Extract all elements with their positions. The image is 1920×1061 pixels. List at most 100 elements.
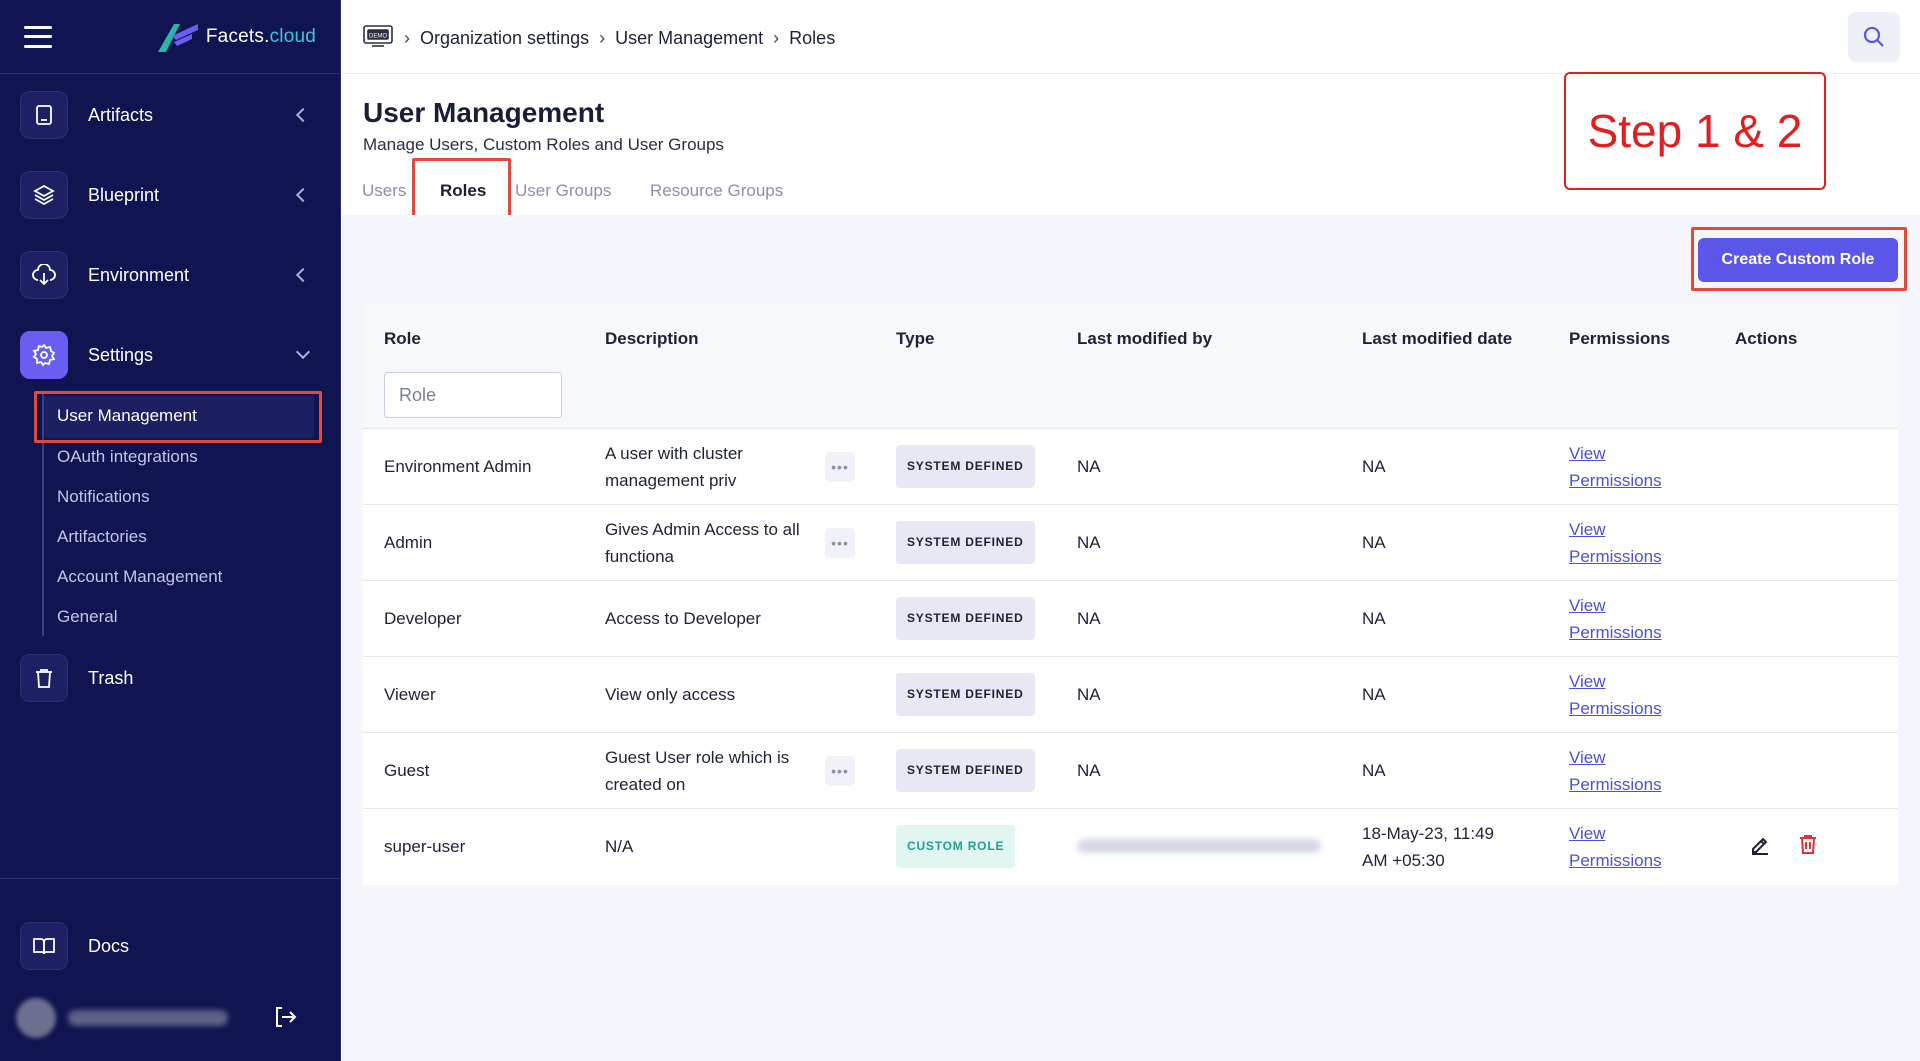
role-type: SYSTEM DEFINED [896,597,1035,640]
table-row: super-user N/A CUSTOM ROLE 18-May-23, 11… [363,809,1898,885]
role-name: Developer [384,609,462,628]
delete-icon[interactable] [1797,833,1819,863]
type-badge: SYSTEM DEFINED [896,673,1035,716]
demo-icon[interactable]: DEMO [362,24,394,53]
link-text: Permissions [1569,775,1662,794]
link-text: Permissions [1569,547,1662,566]
highlight-box-user-management [34,391,322,443]
role-type: SYSTEM DEFINED [896,749,1035,792]
column-header-last-modified-by: Last modified by [1077,329,1213,348]
sidebar-item-label: Settings [88,344,154,365]
chevron-right-icon: › [404,28,410,48]
description-line: management priv [605,471,737,490]
tab-resource-groups[interactable]: Resource Groups [650,181,783,201]
hamburger-menu-icon[interactable] [24,25,52,48]
last-modified-date: NA [1362,533,1386,552]
role-name: Environment Admin [384,457,532,476]
last-modified-by: NA [1077,457,1101,476]
chevron-right-icon: › [599,28,606,48]
role-name: Guest [384,761,430,780]
sidebar-subitem-account-management[interactable]: Account Management [57,567,222,587]
book-icon [20,922,68,970]
trash-icon [20,654,68,702]
edit-icon[interactable] [1749,833,1771,863]
date-line: AM +05:30 [1362,851,1445,870]
column-header-actions: Actions [1735,329,1798,348]
role-type: SYSTEM DEFINED [896,673,1035,716]
last-modified-date: NA [1362,609,1386,628]
role-description: A user with cluster management priv [605,440,830,494]
sidebar-item-docs[interactable]: Docs [20,920,320,972]
sidebar-item-label: Blueprint [88,184,160,205]
link-text: Permissions [1569,623,1662,642]
page-title: User Management [363,97,605,128]
link-text: View [1569,748,1606,767]
sidebar-item-settings[interactable]: Settings [20,329,320,381]
table-row: Developer Access to Developer SYSTEM DEF… [363,581,1898,657]
sidebar-item-artifacts[interactable]: Artifacts [20,89,320,141]
sidebar-subitem-artifactories[interactable]: Artifactories [57,527,147,547]
role-filter-input[interactable] [384,372,562,418]
top-bar: DEMO › Organization settings › User Mana… [342,0,1920,74]
breadcrumb-item[interactable]: User Management [615,28,763,49]
brand-name-accent: cloud [269,25,316,47]
link-text: View [1569,596,1606,615]
role-type: SYSTEM DEFINED [896,445,1035,488]
view-permissions-link[interactable]: View Permissions [1569,820,1662,874]
last-modified-by-blurred [1077,833,1321,853]
user-profile[interactable] [16,996,326,1040]
link-text: Permissions [1569,471,1662,490]
column-header-role: Role [384,329,421,348]
highlight-box-create-button [1691,227,1907,291]
role-description: N/A [605,837,634,856]
last-modified-by: NA [1077,533,1101,552]
role-description: Guest User role which is created on [605,744,830,798]
chevron-left-icon [295,107,311,123]
table-header: Role Description Type Last modified by L… [363,303,1898,429]
sidebar-subitem-notifications[interactable]: Notifications [57,487,150,507]
sidebar-item-label: Docs [88,935,130,956]
breadcrumb-item[interactable]: Organization settings [420,28,589,49]
sidebar-item-trash[interactable]: Trash [20,652,320,704]
role-description: View only access [605,685,736,704]
sidebar-subitem-general[interactable]: General [57,607,117,627]
sidebar-item-label: Environment [88,264,190,285]
link-text: View [1569,672,1606,691]
role-name: Viewer [384,685,436,704]
description-line: A user with cluster [605,444,743,463]
cloud-download-icon [20,251,68,299]
breadcrumb: DEMO › Organization settings › User Mana… [362,24,835,53]
sidebar-item-label: Trash [88,667,134,688]
step-label: Step 1 & 2 [1587,105,1803,157]
view-permissions-link[interactable]: View Permissions [1569,592,1662,646]
view-permissions-link[interactable]: View Permissions [1569,516,1662,570]
logout-icon[interactable] [272,1004,298,1035]
tab-users[interactable]: Users [362,181,406,201]
brand-logo[interactable]: Facets.cloud [157,22,316,52]
chevron-right-icon: › [773,28,780,48]
tab-user-groups[interactable]: User Groups [515,181,611,201]
sidebar-item-environment[interactable]: Environment [20,249,320,301]
sidebar-item-blueprint[interactable]: Blueprint [20,169,320,221]
more-options-icon[interactable]: ••• [825,528,855,558]
type-badge: SYSTEM DEFINED [896,521,1035,564]
view-permissions-link[interactable]: View Permissions [1569,744,1662,798]
column-header-permissions: Permissions [1569,329,1671,348]
layers-icon [20,171,68,219]
divider [0,878,341,879]
more-options-icon[interactable]: ••• [825,452,855,482]
gear-icon [20,331,68,379]
table-row: Environment Admin A user with cluster man… [363,429,1898,505]
blurred-email [1077,839,1321,853]
more-options-icon[interactable]: ••• [825,756,855,786]
sidebar-subitem-oauth-integrations[interactable]: OAuth integrations [57,447,198,467]
type-badge: CUSTOM ROLE [896,825,1016,868]
role-name: Admin [384,533,433,552]
view-permissions-link[interactable]: View Permissions [1569,668,1662,722]
last-modified-date: NA [1362,685,1386,704]
search-button[interactable] [1848,12,1900,62]
last-modified-date: NA [1362,457,1386,476]
view-permissions-link[interactable]: View Permissions [1569,440,1662,494]
role-type: SYSTEM DEFINED [896,521,1035,564]
last-modified-by: NA [1077,761,1101,780]
